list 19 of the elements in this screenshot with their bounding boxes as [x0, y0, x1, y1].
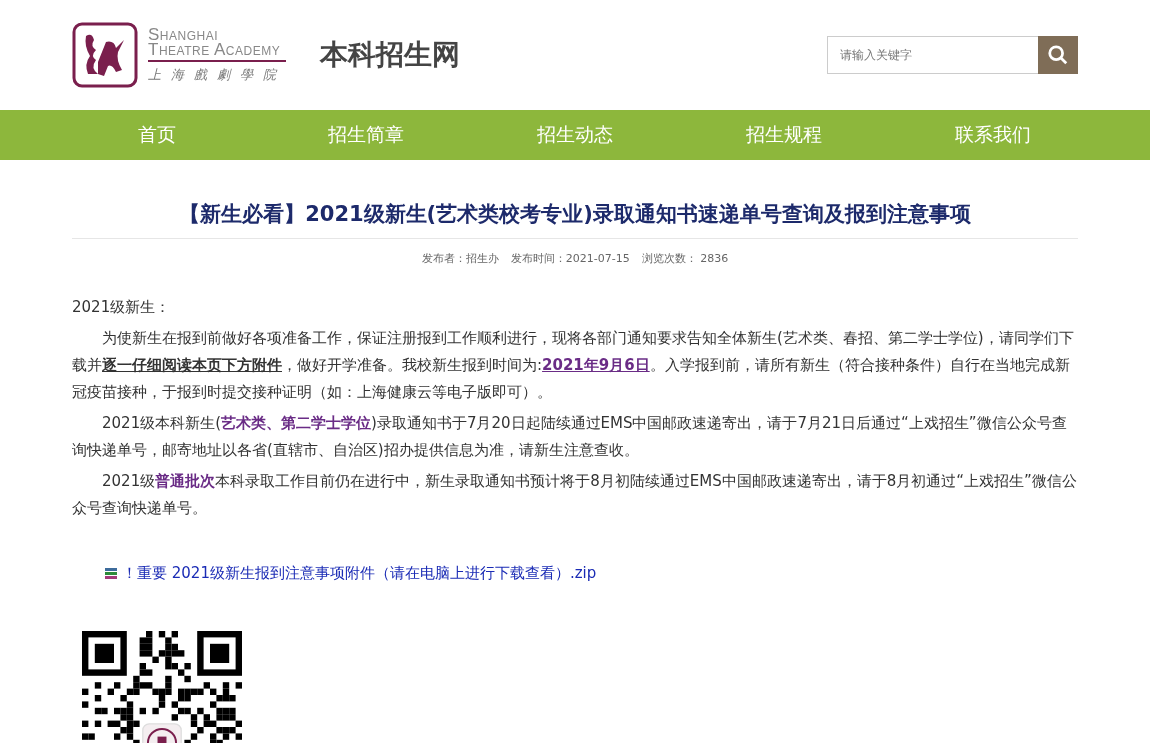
body-paragraph: 2021级本科新生(艺术类、第二学士学位)录取通知书于7月20日起陆续通过EMS中国邮政速递寄出，请于7月21日后通过“上戏招生”微信公众号查询快递单号，邮寄地址以各省(直辖市、自治区)招办提供信息为准，请新生注意查收。 [72, 413, 1068, 461]
greeting-text: 2021级新生： [72, 297, 172, 318]
article-title: 【新生必看】2021级新生(艺术类校考专业)录取通知书速递单号查询及报到注意事项 [72, 160, 1078, 239]
attachment-link[interactable]: ！重要 2021级新生报到注意事项附件（请在电脑上进行下载查看）.zip [122, 564, 597, 583]
logo-english-text: Theatre Academy [148, 41, 286, 62]
nav-link[interactable]: 首页 [52, 110, 262, 160]
nav-link[interactable]: 招生动态 [470, 110, 680, 160]
nav-link[interactable]: 联系我们 [888, 110, 1098, 160]
logo-chinese-text: 上海戲劇學院 [148, 65, 286, 84]
site-title: 本科招生网 [320, 37, 461, 73]
body-paragraph: 2021级普通批次本科录取工作目前仍在进行中，新生录取通知书预计将于8月初陆续通过EMS中国邮政速递寄出，请于8月初通过“上戏招生”微信公众号查询快递单号。 [72, 471, 1078, 519]
publish-time-text: 发布时间：2021-07-15 [510, 251, 630, 266]
view-count-text: 浏览次数： 2836 [641, 251, 729, 266]
nav-link[interactable]: 招生规程 [679, 110, 889, 160]
publisher-text: 发布者：招生办 [421, 251, 499, 266]
logo-english-text: Shanghai [148, 26, 218, 42]
body-paragraph: 为使新生在报到前做好各项准备工作，保证注册报到工作顺利进行，现将各部门通知要求告知全体新生(艺术类、春招、第二学士学位)，请同学们下载并逐一仔细阅读本页下方附件，做好开学准备。我校新生报到时间为:2021年9月6日。入学报到前，请所有新生（符合接种条件）自行在当地完成新冠疫苗接种，于报到时提交接种证明（如：上海健康云等电子版即可）。 [72, 328, 1075, 403]
nav-link[interactable]: 招生简章 [261, 110, 471, 160]
search-field[interactable]: 请输入关键字 [827, 36, 1038, 74]
